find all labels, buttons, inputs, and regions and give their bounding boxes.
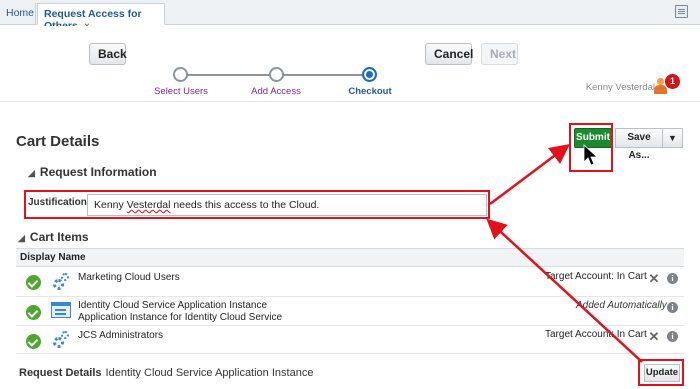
page-title: Cart Details	[16, 133, 100, 150]
save-as-dropdown-button[interactable]: ▼	[663, 128, 683, 148]
cancel-button[interactable]: Cancel	[425, 43, 473, 65]
next-button: Next	[481, 43, 518, 65]
table-row[interactable]: Identity Cloud Service Application Insta…	[16, 297, 684, 326]
table-row[interactable]: JCS Administrators Target Account: In Ca…	[16, 326, 684, 354]
train-stop-add-access[interactable]	[269, 67, 284, 82]
print-icon[interactable]	[675, 5, 688, 18]
update-button[interactable]: Update	[644, 364, 680, 382]
cart-items-header[interactable]: ◢ Cart Items	[18, 230, 89, 244]
info-icon[interactable]: i	[667, 302, 678, 313]
check-icon	[26, 305, 41, 320]
check-icon	[26, 275, 41, 290]
info-icon[interactable]: i	[667, 331, 678, 342]
tab-bar: Home Request Access for Others×	[0, 0, 700, 32]
chevron-down-icon: ▼	[668, 133, 677, 143]
item-status: Target Account: In Cart	[545, 329, 647, 340]
collapse-triangle-icon: ◢	[18, 233, 25, 243]
train-connector	[283, 74, 364, 76]
request-details-value: Identity Cloud Service Application Insta…	[105, 367, 314, 379]
remove-icon[interactable]: ✕	[648, 330, 660, 343]
info-icon[interactable]: i	[667, 273, 678, 284]
request-information-header[interactable]: ◢ Request Information	[28, 165, 157, 179]
user-name: Kenny Vesterdal	[585, 82, 655, 93]
tab-home[interactable]: Home	[0, 3, 36, 25]
item-name: Marketing Cloud Users	[78, 272, 180, 283]
collapse-triangle-icon: ◢	[28, 168, 35, 178]
column-header-display-name[interactable]: Display Name	[16, 249, 684, 267]
justification-text-pre: Kenny	[94, 199, 127, 211]
justification-field[interactable]: Kenny Vesterdal needs this access to the…	[87, 194, 487, 216]
justification-label: Justification	[28, 197, 87, 208]
justification-text-misspelled: Vesterdal	[126, 199, 171, 211]
item-description: Application Instance for Identity Cloud …	[78, 312, 282, 323]
check-icon	[26, 334, 41, 349]
justification-text-post: needs this access to the Cloud.	[170, 199, 320, 211]
train-label-select-users[interactable]: Select Users	[154, 86, 208, 97]
remove-icon[interactable]: ✕	[648, 272, 660, 285]
notification-badge[interactable]: 1	[665, 74, 680, 89]
table-row[interactable]: Marketing Cloud Users Target Account: In…	[16, 268, 684, 297]
train-stop-checkout	[362, 67, 377, 82]
train-label-add-access[interactable]: Add Access	[251, 86, 301, 97]
arrow-to-submit	[489, 144, 570, 205]
checkout-train: Back Select Users Add Access Checkout Ca…	[0, 26, 700, 102]
train-connector	[187, 74, 269, 76]
submit-button[interactable]: Submit	[574, 128, 612, 148]
gear-icon	[51, 331, 69, 349]
request-information-title: Request Information	[39, 165, 157, 179]
item-name: JCS Administrators	[78, 330, 164, 341]
cursor-icon	[583, 144, 599, 166]
tab-home-label: Home	[6, 7, 35, 19]
tab-request-access[interactable]: Request Access for Others×	[37, 3, 165, 32]
cart-items-title: Cart Items	[29, 230, 89, 244]
back-button[interactable]: Back	[89, 43, 127, 65]
item-status: Target Account: In Cart	[545, 271, 647, 282]
request-details-label: Request Details	[19, 367, 102, 379]
cart-items-table: Display Name Marketing Cloud Users Targe…	[16, 248, 684, 354]
gear-icon	[51, 273, 69, 291]
request-details: Request Details Identity Cloud Service Ap…	[19, 367, 313, 379]
app-instance-icon	[51, 302, 71, 318]
train-label-checkout: Checkout	[348, 86, 392, 97]
save-as-button[interactable]: Save As...	[615, 128, 663, 161]
train-stop-select-users[interactable]	[173, 67, 188, 82]
item-status: Added Automatically	[576, 300, 667, 311]
